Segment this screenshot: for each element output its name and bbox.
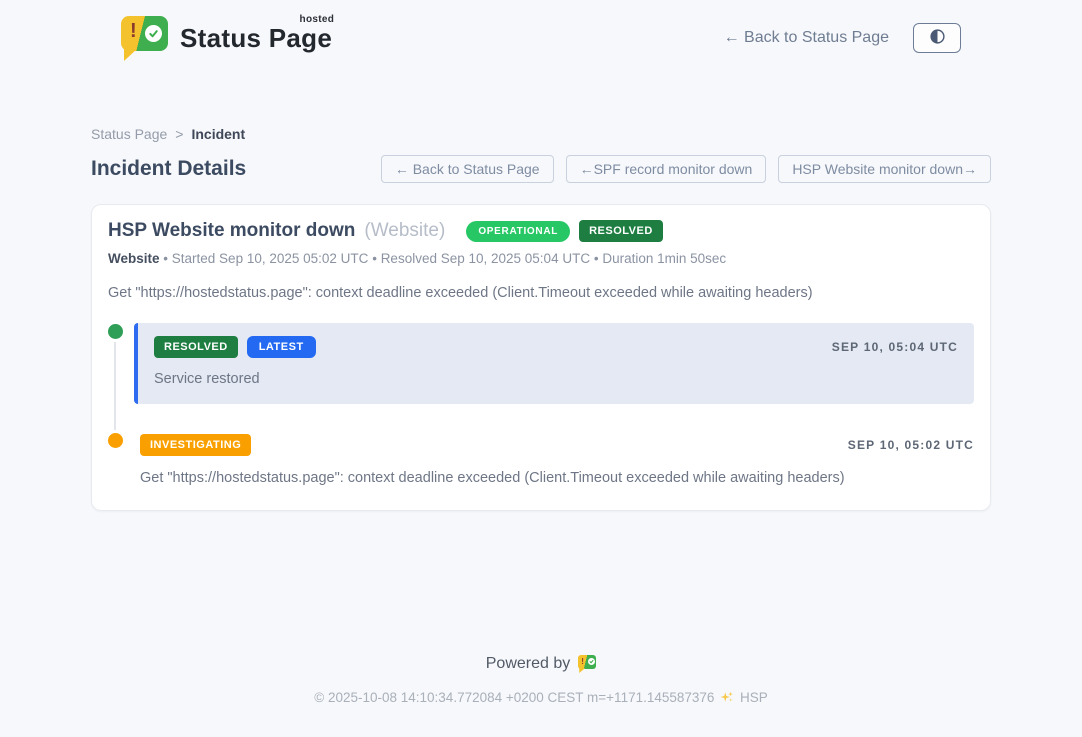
timeline-message: Service restored	[154, 371, 958, 387]
timeline-timestamp: SEP 10, 05:02 UTC	[848, 438, 974, 452]
breadcrumb: Status Page > Incident	[91, 126, 991, 142]
incident-timeline: RESOLVED LATEST SEP 10, 05:04 UTC Servic…	[108, 323, 974, 486]
incident-meta: Website • Started Sep 10, 2025 05:02 UTC…	[108, 251, 974, 266]
timeline-badges: INVESTIGATING	[140, 434, 251, 456]
incident-description: Get "https://hostedstatus.page": context…	[108, 285, 974, 301]
timeline-dot-investigating	[108, 433, 123, 448]
brand-superscript: hosted	[300, 14, 335, 25]
meta-separator: •	[372, 251, 377, 266]
header-actions: ← Back to Status Page	[724, 23, 961, 53]
sparkles-icon	[720, 690, 734, 707]
theme-toggle-button[interactable]	[913, 23, 961, 53]
footer-check-icon	[588, 658, 595, 665]
resolved-state-badge: RESOLVED	[579, 220, 663, 242]
previous-incident-button[interactable]: ←SPF record monitor down	[566, 155, 767, 183]
breadcrumb-status-page[interactable]: Status Page	[91, 126, 167, 142]
brand-name-text: Status Page	[180, 23, 332, 53]
timeline-item-resolved: RESOLVED LATEST SEP 10, 05:04 UTC Servic…	[108, 323, 974, 404]
timeline-message: Get "https://hostedstatus.page": context…	[140, 470, 974, 486]
resolved-badge: RESOLVED	[154, 336, 238, 358]
investigating-badge: INVESTIGATING	[140, 434, 251, 456]
timeline-badges: RESOLVED LATEST	[154, 336, 316, 358]
footer-logo-icon[interactable]: !	[578, 655, 596, 673]
timeline-timestamp: SEP 10, 05:04 UTC	[832, 340, 958, 354]
half-circle-icon	[929, 28, 946, 48]
main-content: Status Page > Incident Incident Details …	[91, 126, 991, 511]
timeline-update-header: INVESTIGATING SEP 10, 05:02 UTC	[140, 434, 974, 456]
header: ! Status Page hosted ← Back to Status Pa…	[0, 0, 1082, 60]
breadcrumb-incident: Incident	[191, 126, 245, 142]
meta-component: Website	[108, 251, 160, 266]
incident-card-header: HSP Website monitor down (Website) OPERA…	[108, 220, 974, 242]
breadcrumb-separator: >	[175, 126, 183, 142]
title-row: Incident Details ← Back to Status Page ←…	[91, 155, 991, 183]
timeline-item-investigating: INVESTIGATING SEP 10, 05:02 UTC Get "htt…	[108, 432, 974, 486]
incident-card: HSP Website monitor down (Website) OPERA…	[91, 204, 991, 511]
incident-title: HSP Website monitor down	[108, 220, 355, 242]
operational-status-badge: OPERATIONAL	[466, 221, 570, 242]
copyright-line: © 2025-10-08 14:10:34.772084 +0200 CEST …	[0, 690, 1082, 707]
page-title: Incident Details	[91, 157, 246, 181]
meta-started: Started Sep 10, 2025 05:02 UTC	[172, 251, 369, 266]
timeline-dot-resolved	[108, 324, 123, 339]
meta-separator: •	[163, 251, 168, 266]
meta-duration: Duration 1min 50sec	[602, 251, 726, 266]
header-back-link[interactable]: ← Back to Status Page	[724, 29, 889, 47]
copyright-brand: HSP	[740, 690, 768, 705]
exclamation-icon: !	[130, 20, 137, 43]
latest-badge: LATEST	[247, 336, 316, 358]
timeline-update-header: RESOLVED LATEST SEP 10, 05:04 UTC	[154, 336, 958, 358]
back-to-status-page-button[interactable]: ← Back to Status Page	[381, 155, 554, 183]
timeline-update-first: INVESTIGATING SEP 10, 05:02 UTC Get "htt…	[134, 432, 974, 486]
check-icon	[145, 25, 162, 42]
meta-separator: •	[594, 251, 599, 266]
powered-by: Powered by !	[486, 655, 597, 673]
meta-resolved: Resolved Sep 10, 2025 05:04 UTC	[381, 251, 590, 266]
incident-nav-buttons: ← Back to Status Page ←SPF record monito…	[381, 155, 991, 183]
status-page-logo-icon: !	[121, 16, 168, 60]
incident-component-label: (Website)	[364, 220, 445, 242]
footer-exclamation-icon: !	[581, 657, 584, 666]
timeline-update-latest: RESOLVED LATEST SEP 10, 05:04 UTC Servic…	[134, 323, 974, 404]
next-incident-button[interactable]: HSP Website monitor down→	[778, 155, 991, 183]
powered-by-label: Powered by	[486, 655, 571, 673]
brand-logo[interactable]: ! Status Page hosted	[121, 16, 332, 60]
brand-name: Status Page hosted	[180, 23, 332, 54]
copyright-text: © 2025-10-08 14:10:34.772084 +0200 CEST …	[314, 690, 714, 705]
footer-logo-tail	[579, 668, 585, 673]
footer: Powered by ! © 2025-10-08 14:10:34.77208…	[0, 655, 1082, 707]
